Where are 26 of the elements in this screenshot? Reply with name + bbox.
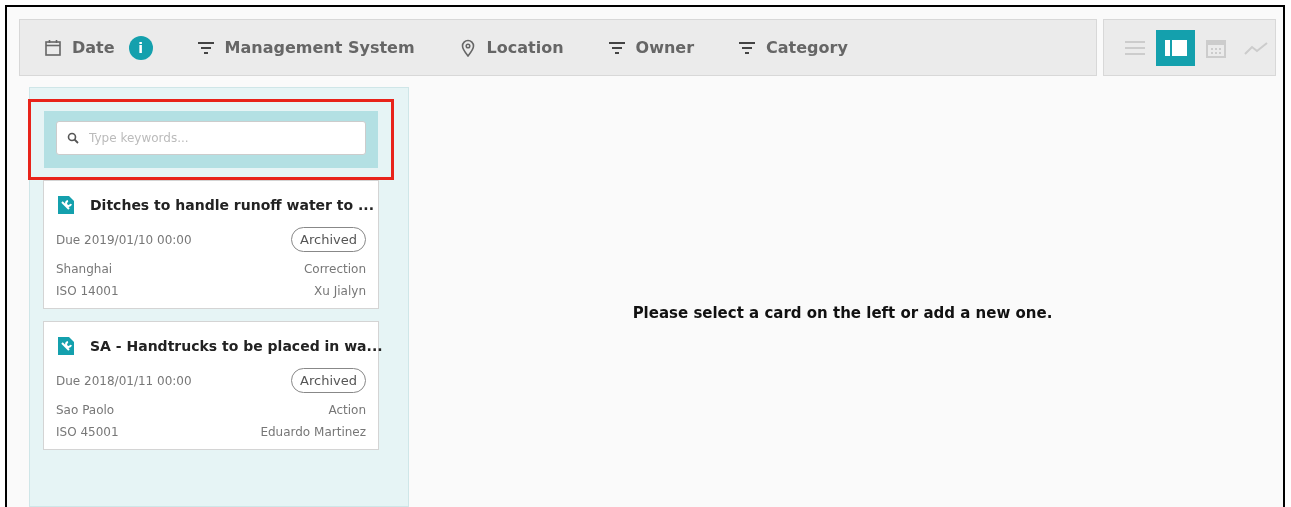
location-text: Sao Paolo [56,403,115,417]
due-date: Due 2018/01/11 00:00 [56,373,192,388]
filter-button[interactable]: Management System [224,38,415,57]
system-text: ISO 14001 [56,284,119,298]
filter-button[interactable]: Owner [635,38,695,57]
type-text: Correction [303,262,366,276]
filter-button[interactable]: Location [486,38,564,57]
search-field[interactable]: Type keywords... [56,121,366,155]
empty-message: Please select a card on the left or add a new one. [632,304,1053,322]
task-card[interactable]: Ditches to handle runoff water to ... Due 2019/01/10 00:00 Archived Shanghai Correction ISO 14001 Xu Jialyn [43,180,379,309]
task-card[interactable]: SA - Handtrucks to be placed in wa... Due 2018/01/11 00:00 Archived Sao Paolo Action ISO 45001 Eduardo Martinez [43,321,379,450]
card-title: Ditches to handle runoff water to ... [90,197,374,213]
owner-text: Eduardo Martinez [260,425,366,439]
system-text: ISO 45001 [56,425,119,439]
calendar-icon [44,38,62,57]
wrench-document-icon [56,195,76,215]
location-text: Shanghai [56,262,113,276]
owner-text: Xu Jialyn [314,284,366,298]
type-text: Action [328,403,366,417]
filter-button[interactable]: Category [766,38,848,57]
due-date: Due 2019/01/10 00:00 [56,232,192,247]
filter-button[interactable]: Date [72,38,115,57]
info-icon[interactable]: i [128,35,153,60]
search-icon [67,132,79,144]
split-view-icon[interactable] [1155,29,1196,66]
wrench-document-icon [56,336,76,356]
